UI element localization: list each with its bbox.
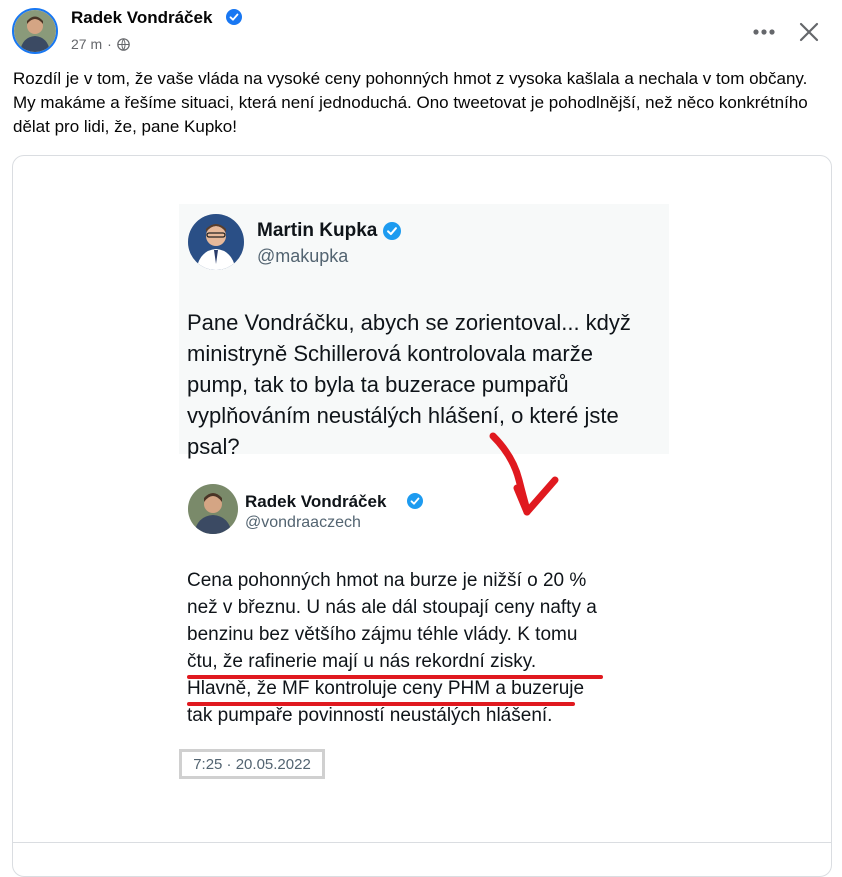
tweet-line: Pane Vondráčku, abych se zorientoval... …: [187, 310, 631, 335]
tweet-line: Hlavně, že MF kontroluje ceny PHM a buze…: [187, 678, 585, 699]
tweet-author-name: Martin Kupka: [257, 220, 378, 241]
post-time[interactable]: 27 m: [71, 36, 102, 52]
post-text: Rozdíl je v tom, že vaše vláda na vysoké…: [13, 69, 808, 136]
tweet-timestamp: 7:25 · 20.05.2022: [179, 749, 325, 779]
verified-badge-icon: [226, 9, 242, 25]
divider: [13, 842, 831, 843]
tweet-line: tak pumpaře povinností neustálých hlášen…: [187, 705, 553, 726]
tweet-line: vyplňováním neustálých hlášení, o které …: [187, 403, 619, 428]
more-options-icon: [753, 29, 775, 35]
highlight-underline: [187, 675, 603, 679]
tweet-line: Cena pohonných hmot na burze je nižší o …: [187, 570, 587, 591]
tweet-author-handle: @makupka: [257, 246, 349, 266]
post-image[interactable]: Martin Kupka @makupka Pane Vondráčku, ab…: [12, 155, 832, 877]
tweet-line: psal?: [187, 434, 240, 459]
close-icon: [799, 22, 819, 42]
tweet-avatar: [188, 214, 244, 270]
tweet-line: pump, tak to byla ta buzerace pumpařů: [187, 372, 569, 397]
post-header: Radek Vondráček 27 m ·: [0, 0, 842, 62]
tweet-avatar: [188, 484, 238, 534]
highlight-underline: [187, 702, 575, 706]
author-name[interactable]: Radek Vondráček: [71, 8, 212, 28]
quoted-tweet-kupka: Martin Kupka @makupka Pane Vondráčku, ab…: [179, 204, 669, 459]
more-options-button[interactable]: [746, 14, 782, 50]
tweet-line: čtu, že rafinerie mají u nás rekordní zi…: [187, 651, 537, 672]
post-meta: 27 m ·: [71, 36, 130, 52]
globe-icon: [117, 37, 130, 51]
tweet-line: než v březnu. U nás ale dál stoupají cen…: [187, 597, 597, 618]
tweet-line: ministryně Schillerová kontrolovala marž…: [187, 341, 593, 366]
tweet-vondracek: Radek Vondráček @vondraaczech Cena pohon…: [179, 474, 679, 774]
tweet-line: benzinu bez většího zájmu téhle vlády. K…: [187, 624, 578, 645]
verified-badge-icon: [383, 222, 401, 240]
close-button[interactable]: [791, 14, 827, 50]
meta-separator: ·: [107, 36, 112, 52]
author-avatar[interactable]: [12, 8, 58, 54]
tweet-author-name: Radek Vondráček: [245, 492, 387, 511]
tweet-text: Pane Vondráčku, abych se zorientoval... …: [187, 307, 657, 462]
tweet-author-handle: @vondraaczech: [245, 514, 361, 531]
verified-badge-icon: [407, 493, 423, 509]
